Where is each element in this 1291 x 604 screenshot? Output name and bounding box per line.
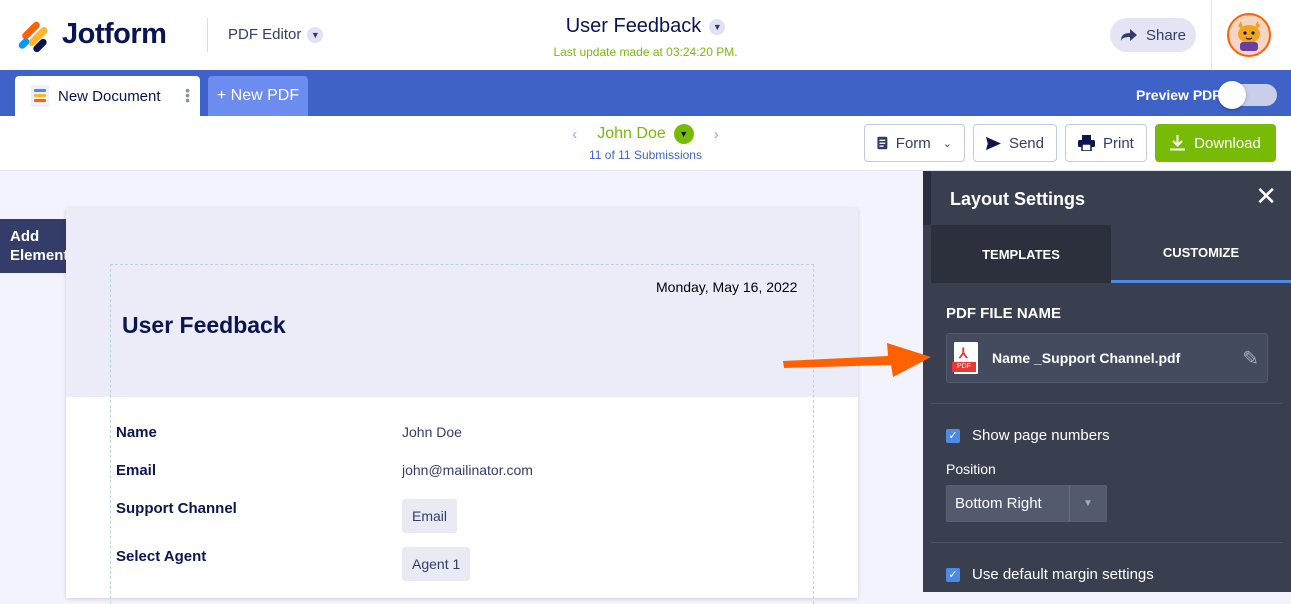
send-button[interactable]: Send [973,124,1057,162]
more-options-icon[interactable]: • • • [185,83,190,107]
pencil-icon[interactable]: ✎ [1242,346,1259,371]
pdf-file-name-label: PDF FILE NAME [946,305,1061,322]
section-divider [931,403,1283,404]
field-value-support-channel: Email [402,499,458,533]
layout-settings-panel: Layout Settings ✕ TEMPLATES CUSTOMIZE PD… [923,171,1291,592]
layout-guide [813,264,814,604]
last-update-status: Last update made at 03:24:20 PM. [553,45,738,59]
share-label: Share [1145,26,1187,44]
form-dropdown-button[interactable]: Form ⌄ [864,124,965,162]
submission-toolbar: ‹ John Doe ▼ › 11 of 11 Submissions Form… [0,116,1291,171]
chevron-down-icon: ▼ [709,18,726,35]
top-header: Jotform PDF Editor ▼ User Feedback ▼ Las… [0,0,1291,70]
pdf-file-icon: ⅄ PDF [952,342,978,374]
document-title-dropdown[interactable]: User Feedback ▼ [566,15,726,38]
field-label-name: Name [116,424,157,441]
close-icon[interactable]: ✕ [1255,183,1277,209]
field-value-email: john@mailinator.com [402,462,533,478]
tab-new-document[interactable]: New Document • • • [15,76,200,116]
preview-pdf-toggle[interactable] [1218,81,1277,109]
printer-icon [1078,135,1095,151]
default-margin-checkbox[interactable]: ✓ [946,568,960,582]
field-value-select-agent: Agent 1 [402,547,471,581]
layout-guide [110,264,111,604]
send-icon [986,136,1001,150]
page-date[interactable]: Monday, May 16, 2022 [656,279,797,295]
caret-down-icon: ▼ [1069,486,1106,521]
default-margin-label[interactable]: Use default margin settings [972,566,1154,583]
show-page-numbers-label[interactable]: Show page numbers [972,427,1110,444]
position-selected-value: Bottom Right [955,495,1042,512]
panel-title: Layout Settings [950,189,1086,209]
preview-pdf-label: Preview PDF [1136,87,1221,103]
annotation-arrow-icon [783,343,931,377]
pdf-file-name-value: Name _Support Channel.pdf [992,350,1181,366]
field-label-email: Email [116,462,157,479]
page-header-block[interactable] [66,208,858,397]
panel-tabs: TEMPLATES CUSTOMIZE [931,225,1291,283]
add-element-label-line2: Element [10,247,69,264]
download-icon [1170,135,1186,151]
next-submission-icon[interactable]: › [714,126,719,143]
print-label: Print [1103,134,1134,152]
document-title-area: User Feedback ▼ Last update made at 03:2… [0,15,1291,59]
share-icon [1120,29,1137,41]
share-button[interactable]: Share [1110,18,1196,52]
document-tab-bar: New Document • • • + New PDF Preview PDF [0,70,1291,116]
submitter-name[interactable]: John Doe [597,125,666,143]
avatar-icon [1238,21,1260,51]
new-pdf-button[interactable]: + New PDF [208,76,308,116]
toggle-knob [1218,81,1246,109]
add-element-label-line1: Add [10,228,40,245]
pdf-file-name-field[interactable]: ⅄ PDF Name _Support Channel.pdf ✎ [946,333,1268,383]
document-title: User Feedback [565,15,702,37]
document-icon [31,85,49,107]
pdf-page: Monday, May 16, 2022 User Feedback Name … [66,208,858,604]
chevron-down-icon[interactable]: ▼ [673,124,694,144]
download-label: Download [1194,134,1261,152]
panel-header: Layout Settings ✕ [923,171,1291,225]
tab-templates[interactable]: TEMPLATES [931,225,1111,283]
field-value-name: John Doe [402,424,462,440]
chevron-down-icon: ⌄ [942,137,952,150]
layout-guide [110,264,814,265]
form-label: Form [895,134,931,152]
tab-customize[interactable]: CUSTOMIZE [1111,225,1291,283]
form-icon [877,136,888,150]
page-title[interactable]: User Feedback [122,312,286,339]
send-label: Send [1008,134,1044,152]
previous-submission-icon[interactable]: ‹ [572,126,577,143]
field-label-select-agent: Select Agent [116,548,207,565]
download-button[interactable]: Download [1155,124,1276,162]
print-button[interactable]: Print [1065,124,1147,162]
field-label-support-channel: Support Channel [116,500,237,517]
position-select[interactable]: Bottom Right ▼ [946,485,1107,522]
header-divider [1211,0,1212,70]
show-page-numbers-checkbox[interactable]: ✓ [946,429,960,443]
position-label: Position [946,461,996,477]
user-avatar[interactable] [1227,13,1271,57]
section-divider [931,542,1283,543]
tab-label: New Document [58,87,161,105]
